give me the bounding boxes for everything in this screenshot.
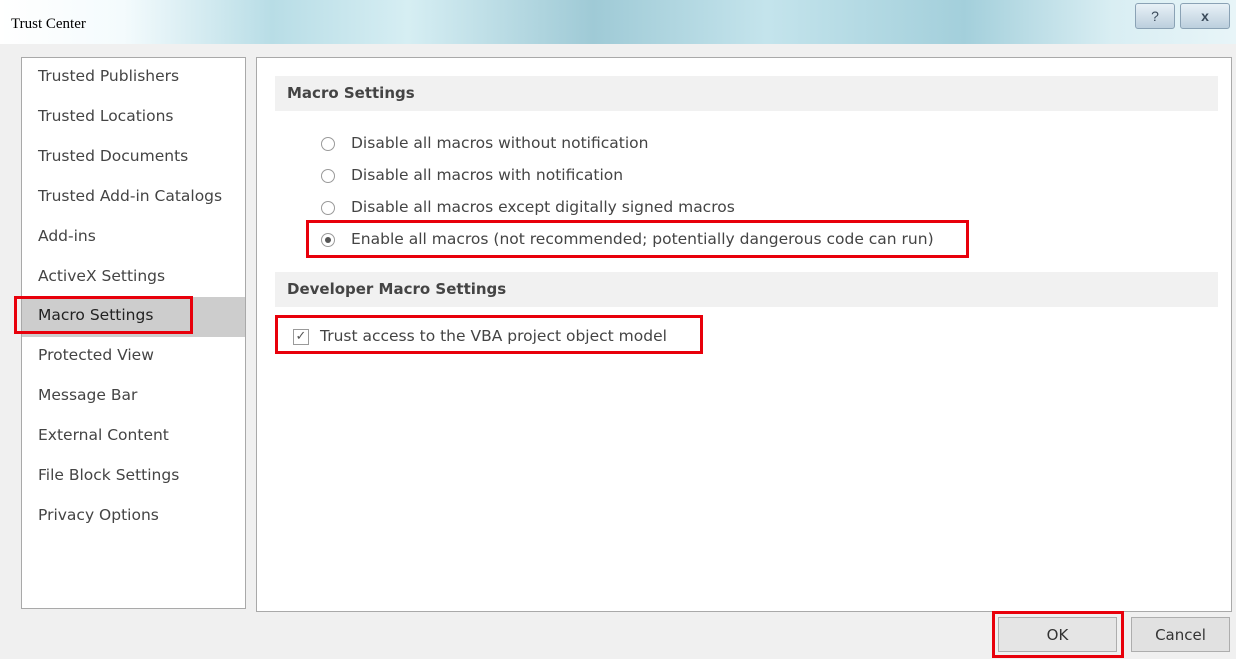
window-title: Trust Center <box>11 16 86 32</box>
option-label: Disable all macros without notification <box>351 134 649 152</box>
sidebar-item-label: File Block Settings <box>38 466 180 484</box>
sidebar-item-label: Trusted Locations <box>38 107 174 125</box>
highlight-box <box>14 296 193 334</box>
highlight-box <box>306 220 969 258</box>
close-icon: x <box>1201 8 1209 24</box>
close-button[interactable]: x <box>1180 3 1230 29</box>
sidebar-item-external-content[interactable]: External Content <box>22 417 245 457</box>
radio-button[interactable] <box>321 169 335 183</box>
developer-macro-settings-header: Developer Macro Settings <box>275 272 1218 307</box>
section-title: Developer Macro Settings <box>287 280 507 298</box>
sidebar-item-trusted-documents[interactable]: Trusted Documents <box>22 138 245 178</box>
sidebar-item-trusted-publishers[interactable]: Trusted Publishers <box>22 58 245 98</box>
sidebar-item-label: Add-ins <box>38 227 96 245</box>
sidebar-item-label: Trusted Publishers <box>38 67 180 85</box>
sidebar-item-trusted-add-in-catalogs[interactable]: Trusted Add-in Catalogs <box>22 178 245 218</box>
sidebar-item-activex-settings[interactable]: ActiveX Settings <box>22 258 245 298</box>
sidebar-item-privacy-options[interactable]: Privacy Options <box>22 497 245 537</box>
section-title: Macro Settings <box>287 84 415 102</box>
sidebar-item-file-block-settings[interactable]: File Block Settings <box>22 457 245 497</box>
sidebar-item-label: Trusted Documents <box>38 147 189 165</box>
highlight-box <box>275 315 703 354</box>
option-label: Disable all macros with notification <box>351 166 624 184</box>
radio-button[interactable] <box>321 137 335 151</box>
title-bar: Trust Center ? x <box>0 0 1236 44</box>
button-label: Cancel <box>1155 625 1206 644</box>
radio-button[interactable] <box>321 201 335 215</box>
sidebar-item-label: Protected View <box>38 346 154 364</box>
sidebar-item-trusted-locations[interactable]: Trusted Locations <box>22 98 245 138</box>
option-label: Disable all macros except digitally sign… <box>351 198 735 216</box>
sidebar-item-label: ActiveX Settings <box>38 267 166 285</box>
macro-settings-header: Macro Settings <box>275 76 1218 111</box>
sidebar-item-label: Message Bar <box>38 386 138 404</box>
sidebar-item-add-ins[interactable]: Add-ins <box>22 218 245 258</box>
sidebar-item-protected-view[interactable]: Protected View <box>22 337 245 377</box>
cancel-button[interactable]: Cancel <box>1131 617 1230 652</box>
sidebar-item-label: Privacy Options <box>38 506 159 524</box>
help-icon: ? <box>1151 8 1159 24</box>
sidebar-item-label: External Content <box>38 426 169 444</box>
sidebar-item-label: Trusted Add-in Catalogs <box>38 187 223 205</box>
sidebar-item-message-bar[interactable]: Message Bar <box>22 377 245 417</box>
highlight-box <box>992 611 1124 658</box>
help-button[interactable]: ? <box>1135 3 1175 29</box>
